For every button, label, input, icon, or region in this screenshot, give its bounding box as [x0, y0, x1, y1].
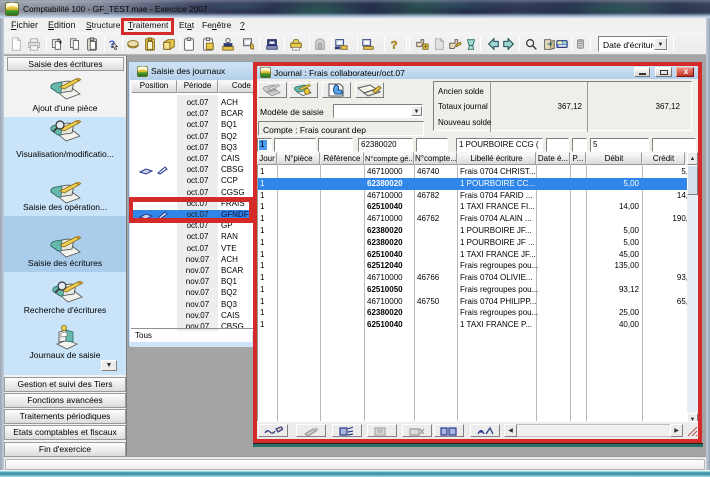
svg-text:?: ?: [391, 39, 398, 51]
